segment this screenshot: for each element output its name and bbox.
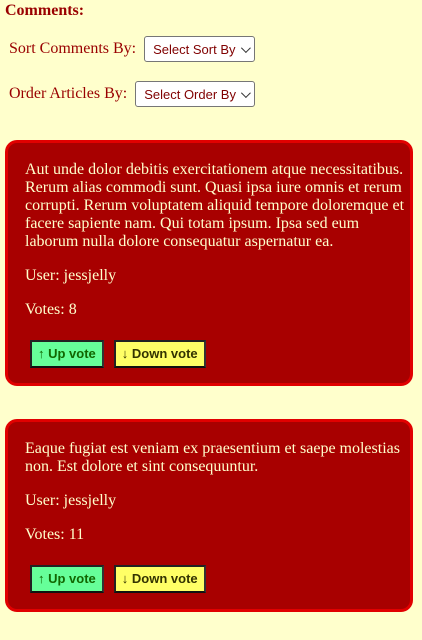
order-articles-control: Order Articles By: Select Order By bbox=[9, 81, 255, 107]
comment-author: User: jessjelly bbox=[25, 267, 117, 284]
down-vote-button[interactable]: ↓ Down vote bbox=[113, 565, 206, 593]
sort-comments-control: Sort Comments By: Select Sort By bbox=[9, 36, 255, 62]
sort-comments-select[interactable]: Select Sort By bbox=[144, 36, 255, 62]
down-vote-button[interactable]: ↓ Down vote bbox=[113, 340, 206, 368]
up-vote-button[interactable]: ↑ Up vote bbox=[30, 340, 104, 368]
order-articles-select-value: Select Order By bbox=[144, 86, 236, 102]
chevron-down-icon bbox=[240, 87, 251, 98]
comments-heading: Comments: bbox=[5, 2, 85, 19]
comment-votes: Votes: 8 bbox=[25, 301, 77, 318]
vote-buttons: ↑ Up vote ↓ Down vote bbox=[30, 340, 206, 368]
comment-body: Eaque fugiat est veniam ex praesentium e… bbox=[25, 440, 400, 475]
sort-comments-label: Sort Comments By: bbox=[9, 40, 137, 57]
vote-buttons: ↑ Up vote ↓ Down vote bbox=[30, 565, 206, 593]
up-vote-button[interactable]: ↑ Up vote bbox=[30, 565, 104, 593]
chevron-down-icon bbox=[240, 42, 251, 53]
order-articles-label: Order Articles By: bbox=[9, 85, 128, 102]
comment-body: Aut unde dolor debitis exercitationem at… bbox=[25, 161, 405, 250]
comment-votes: Votes: 11 bbox=[25, 526, 85, 543]
comment-card: Eaque fugiat est veniam ex praesentium e… bbox=[5, 419, 413, 612]
comment-card: Aut unde dolor debitis exercitationem at… bbox=[5, 140, 413, 386]
order-articles-select[interactable]: Select Order By bbox=[135, 81, 255, 107]
comment-author: User: jessjelly bbox=[25, 492, 117, 509]
sort-comments-select-value: Select Sort By bbox=[153, 41, 236, 57]
